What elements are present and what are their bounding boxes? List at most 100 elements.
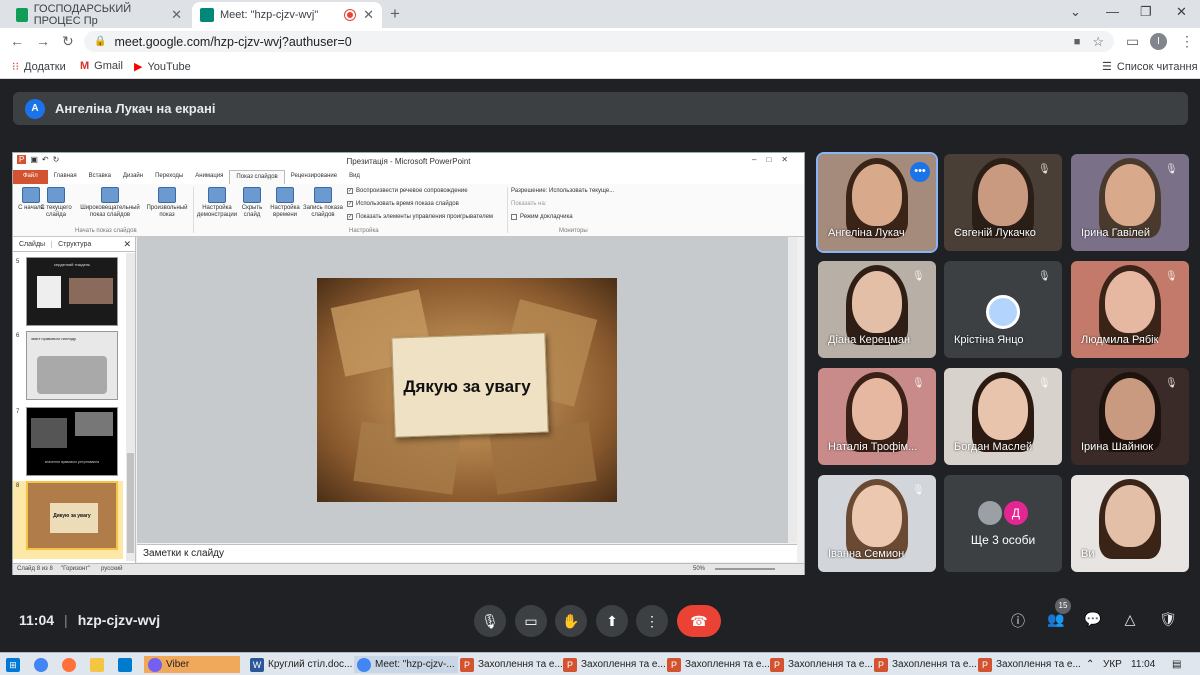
taskbar-clock[interactable]: 11:04 [1131, 656, 1155, 673]
forward-icon[interactable]: → [36, 33, 50, 49]
vscode-icon[interactable] [118, 656, 136, 673]
undo-icon: ↶ [41, 155, 49, 164]
ppt-ribbon: С начала С текущего слайда Широковещател… [13, 184, 804, 237]
ppt-logo-icon: P [17, 155, 27, 164]
windows-taskbar: ⊞ Viber W Круглий стіл.doc... Meet: "hzp-… [0, 652, 1200, 675]
bookmark-apps[interactable]: ⁝⁝ Додатки [12, 60, 66, 74]
close-icon[interactable]: ✕ [171, 7, 182, 23]
taskbar-item-meet[interactable]: Meet: "hzp-cjzv-... [354, 656, 458, 673]
ppt-tab: Анимация [195, 173, 224, 179]
minimize-icon[interactable]: — [1106, 4, 1119, 19]
slides-panel-tabs: Слайды Структура ✕ [13, 237, 135, 252]
people-icon[interactable]: 👥 [1046, 611, 1066, 631]
presenter-mode-checkbox: Режим докладчика [511, 214, 573, 220]
taskbar-item-ppt[interactable]: P Захоплення та е... [667, 656, 770, 673]
taskbar-item-ppt[interactable]: P Захоплення та е... [978, 656, 1081, 673]
tab-search-icon[interactable]: ⌄ [1070, 4, 1081, 20]
profile-avatar[interactable]: I [1150, 33, 1167, 50]
meeting-details-icon[interactable]: ⓘ [1008, 611, 1028, 631]
activities-icon[interactable]: △ [1120, 611, 1140, 631]
raise-hand-button[interactable]: ✋ [555, 605, 587, 637]
microphone-button[interactable]: 🎙 [474, 605, 506, 637]
end-call-button[interactable]: ☎ [677, 605, 721, 637]
ribbon-button: Настройка времени [267, 187, 303, 219]
apps-grid-icon: ⁝⁝ [12, 61, 19, 73]
ribbon-group-label: Мониторы [559, 228, 588, 234]
thumb-image [75, 412, 113, 436]
start-icon[interactable]: ⊞ [6, 656, 24, 673]
notifications-icon[interactable]: ▤ [1172, 656, 1181, 673]
camera-icon[interactable]: ■ [1074, 36, 1081, 48]
chrome-icon[interactable] [34, 656, 52, 673]
more-participants-tile[interactable]: Д Ще 3 особи [944, 475, 1062, 572]
more-options-button[interactable]: ⋮ [636, 605, 668, 637]
slide-thumbnail: сердечний тиждень [26, 257, 118, 326]
participant-tile[interactable]: 🎙 Богдан Маслей [944, 368, 1062, 465]
star-icon[interactable]: ☆ [1092, 34, 1104, 50]
panel-scrollbar [126, 253, 135, 561]
slide-number: 5 [16, 259, 20, 265]
chat-icon[interactable]: 💬 [1083, 611, 1103, 631]
tab-meet[interactable]: Meet: "hzp-cjzv-wvj" ✕ [192, 2, 382, 28]
timing-icon [276, 187, 294, 203]
reload-icon[interactable]: ↻ [62, 33, 74, 50]
back-icon[interactable]: ← [10, 33, 24, 49]
taskbar-item-ppt[interactable]: P Захоплення та е... [874, 656, 977, 673]
restore-icon[interactable]: ❐ [1140, 4, 1152, 20]
tab-sheets[interactable]: ГОСПОДАРСЬКИЙ ПРОЦЕС Пр ✕ [8, 2, 190, 28]
checkbox-checked-icon: ✓ [347, 214, 353, 220]
participant-tile[interactable]: 🎙 Людмила Рябік [1071, 261, 1189, 358]
ribbon-button: Произвольный показ [143, 187, 191, 219]
firefox-icon[interactable] [62, 656, 80, 673]
reading-list[interactable]: ☰ Список читання [1102, 60, 1198, 74]
taskbar-item-ppt[interactable]: P Захоплення та е... [770, 656, 873, 673]
participant-tile[interactable]: 🎙 Ірина Гавілей [1071, 154, 1189, 251]
taskbar-item-word[interactable]: W Круглий стіл.doc... [250, 656, 352, 673]
more-options-icon[interactable]: ••• [910, 162, 930, 182]
setup-icon [208, 187, 226, 203]
participant-tile[interactable]: ••• Ангеліна Лукач [816, 152, 938, 253]
bookmark-gmail[interactable]: M Gmail [80, 60, 123, 72]
separator: | [64, 612, 68, 628]
taskbar-item-ppt[interactable]: P Захоплення та е... [563, 656, 666, 673]
tray-expand-icon[interactable]: ⌃ [1086, 656, 1094, 673]
participant-name: Ви [1081, 548, 1095, 560]
youtube-icon: ▶ [134, 61, 143, 73]
participant-tile[interactable]: 🎙 Наталія Трофім... [818, 368, 936, 465]
ribbon-button: Широковещательный показ слайдов [77, 187, 143, 219]
close-icon[interactable]: ✕ [363, 7, 374, 23]
meet-control-bar: 11:04 | hzp-cjzv-wvj 🎙 ▭ ✋ ⬆ ⋮ ☎ ⓘ 👥 💬 △… [0, 600, 1200, 650]
participant-tile[interactable]: 🎙 Діана Керецман [818, 261, 936, 358]
resolution-label: Разрешение: [511, 188, 548, 194]
participant-tile[interactable]: 🎙 Крістіна Янцо [944, 261, 1062, 358]
panel-tab-slides: Слайды [19, 240, 46, 248]
self-tile[interactable]: Ви [1071, 475, 1189, 572]
taskbar-item-viber[interactable]: Viber [144, 656, 240, 673]
new-tab-icon[interactable]: + [390, 4, 400, 24]
cast-icon[interactable]: ▭ [1126, 33, 1139, 50]
participant-tile[interactable]: 🎙 Євгеній Лукачко [944, 154, 1062, 251]
url-field[interactable]: 🔒 meet.google.com/hzp-cjzv-wvj?authuser=… [84, 31, 1114, 52]
status-theme: "Горизонт" [61, 566, 91, 572]
host-controls-icon[interactable]: 🛡 [1158, 611, 1178, 631]
language-indicator[interactable]: УКР [1103, 656, 1122, 673]
resolution-value: Использовать текуще... [549, 188, 615, 194]
ribbon-button: Настройка демонстрации [195, 187, 239, 219]
tab-label: ГОСПОДАРСЬКИЙ ПРОЦЕС Пр [33, 3, 132, 27]
thumb-image [31, 418, 67, 448]
taskbar-item-ppt[interactable]: P Захоплення та е... [460, 656, 563, 673]
menu-icon[interactable]: ⋮ [1180, 33, 1194, 50]
present-button[interactable]: ⬆ [596, 605, 628, 637]
close-window-icon[interactable]: ✕ [1176, 4, 1187, 20]
participant-tile[interactable]: 🎙 Іванна Семион [818, 475, 936, 572]
ppt-ribbon-tabs: Файл Главная Вставка Дизайн Переходы Ани… [13, 170, 804, 184]
tab-label: Meet: "hzp-cjzv-wvj" [220, 9, 319, 21]
participant-face [852, 164, 902, 226]
explorer-icon[interactable] [90, 656, 108, 673]
bookmark-youtube[interactable]: ▶ YouTube [134, 60, 191, 74]
camera-button[interactable]: ▭ [515, 605, 547, 637]
participant-tile[interactable]: 🎙 Ірина Шайнюк [1071, 368, 1189, 465]
ppt-tab: Главная [53, 173, 77, 179]
meeting-code: hzp-cjzv-wvj [77, 612, 161, 628]
participant-name: Наталія Трофім... [828, 441, 918, 453]
